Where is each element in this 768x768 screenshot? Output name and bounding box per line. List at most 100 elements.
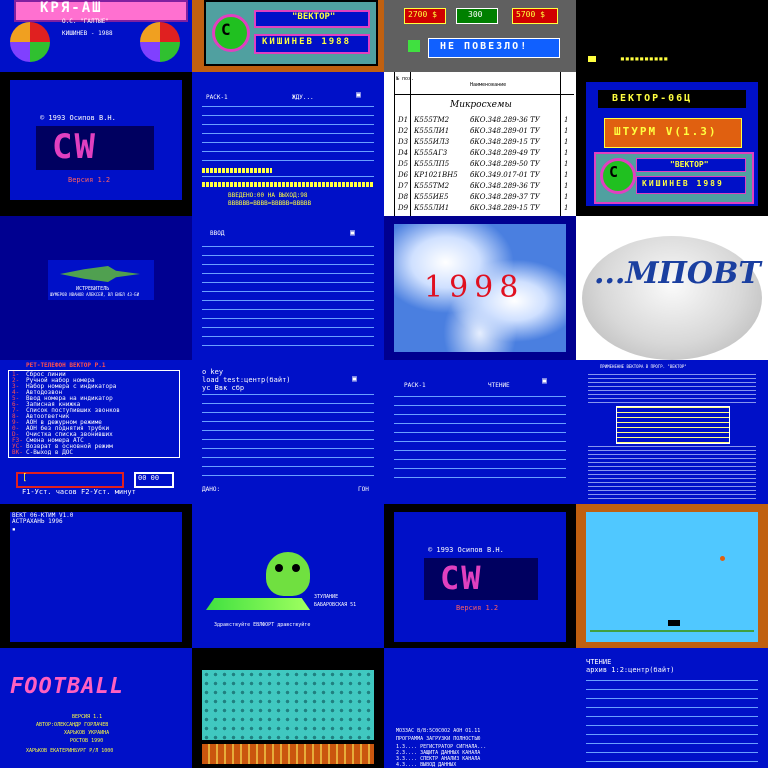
football-l3: ХАРЬКОВ УКРАИНА xyxy=(64,730,110,736)
tile-game-score: 2700 $ 300 5700 $ НЕ ПОВЕЗЛО! xyxy=(384,0,576,72)
doc-title: ПРИМЕНЕНИЕ ВЕКТОРА В ПРОГР. "ВЕКТОР" xyxy=(600,364,687,369)
football-logo: FOOTBALL xyxy=(10,674,124,699)
read-header-left: РАСК-1 xyxy=(404,382,426,389)
spec-row-spec: бКО.348.289-36 ТУ xyxy=(470,182,540,190)
football-l2: АВТОР:ОЛЕКСАНДР ГОРЛАЧЕВ xyxy=(36,722,109,728)
spec-row-spec: бКО.348.289-15 ТУ xyxy=(470,138,540,146)
target-dot xyxy=(720,556,725,561)
spec-row-number: D4 xyxy=(398,149,409,157)
cw-logo: CW xyxy=(52,127,97,167)
spec-row-code: К555ИЛ3 xyxy=(414,138,450,146)
cw2-version: Версия 1.2 xyxy=(456,604,499,612)
kt-line-3: ▪ xyxy=(12,526,16,533)
football-l4: РОСТОВ 1990 xyxy=(70,738,104,744)
football-l5: ХАРЬКОВ ЕКАТЕРИНБУРГ Р/Л 1000 xyxy=(26,748,114,754)
vvod-header-left: ВВОД xyxy=(210,230,225,237)
alien-right-1: ЗТУЛАНИЕ xyxy=(314,594,339,600)
c-letter: C xyxy=(221,20,233,39)
spec-row-qty: 1 xyxy=(564,182,569,190)
read-header-right: ▣ xyxy=(542,376,547,385)
wheel-icon-right xyxy=(140,22,180,62)
rask-header-mid: ЖДУ... xyxy=(292,94,314,101)
tile-vector-badge: C "ВЕКТОР" КИШИНЕВ 1988 xyxy=(192,0,384,72)
shturm-badge-small: "ВЕКТОР" xyxy=(670,160,709,169)
mozzas-l2: ПРОГРАММА ЗАГРУЗКИ ПОЛНОСТЬЮ xyxy=(396,736,481,742)
tile-shturm: ВЕКТОР-06Ц ШТУРМ V(1.3) C "ВЕКТОР" КИШИН… xyxy=(576,72,768,216)
mozzas-m4: 4.3.... ВЫВОД ДАННЫХ xyxy=(396,762,457,768)
load-footer-left: ДАНО: xyxy=(202,486,221,493)
logo-disc xyxy=(582,236,762,360)
tile-archive-read: ЧТЕНИЕ архив 1:2:центр(байт) xyxy=(576,648,768,768)
header-rule xyxy=(394,94,574,95)
spec-row-number: D8 xyxy=(398,193,409,201)
mpovt-logo: ...МПОВТ xyxy=(594,256,761,291)
shturm-title: ВЕКТОР-06Ц xyxy=(612,93,693,104)
credits-line-2: КИШИНЕВ - 1988 xyxy=(62,30,113,37)
spec-row-qty: 1 xyxy=(564,116,569,124)
alien-eye-right xyxy=(292,564,300,572)
spec-row-number: D9 xyxy=(398,204,409,212)
tile-fighter: ИСТРЕБИТЕЛЬ ШУМЕРОВ ИВАНОВ АЛЕКСЕЙ, ВЛ Б… xyxy=(0,216,192,360)
spec-row-number: D1 xyxy=(398,116,409,124)
rask-footer-2: ВВВВВВ=ВВВВ=ВВВВВ=ВВВВВ xyxy=(228,200,312,207)
ruled-lines-2 xyxy=(202,176,374,180)
spec-row-spec: бКО.348.289-36 ТУ xyxy=(470,116,540,124)
spec-row-number: D7 xyxy=(398,182,409,190)
spec-row-qty: 1 xyxy=(564,204,569,212)
phone-input[interactable] xyxy=(16,472,124,488)
load-line-3: ус Ввк сбр xyxy=(202,384,245,392)
spec-row-code: К555ТМ2 xyxy=(414,182,450,190)
kt-line-2: АСТРАХАНЬ 1996 xyxy=(12,518,63,525)
spec-row-qty: 1 xyxy=(564,127,569,135)
credits-line-1: О.С. "ГАЛТЫЕ" xyxy=(62,18,109,25)
tile-year-1998: 1998 xyxy=(384,216,576,360)
tile-aon-menu: РЕТ-ТЕЛЕФОН ВЕКТОР Р.1 1- Сброс линии 2- Ру… xyxy=(0,360,192,504)
tile-load-test: o key load test:центр(байт) ус Ввк сбр ▣… xyxy=(192,360,384,504)
col-name-header: Наименование xyxy=(470,82,507,88)
spec-row-code: К555ЛИ1 xyxy=(414,127,450,135)
tile-vvod-screen: ВВОД ▣ xyxy=(192,216,384,360)
spec-row-code: К555АГ3 xyxy=(414,149,448,157)
alien-bottom: Здравствуйте ЕВЛФОРТ дравствуйте xyxy=(214,622,311,628)
spec-row-spec: бКО.348.289-37 ТУ xyxy=(470,193,540,201)
menu-item[interactable]: С-Выход в ДОС xyxy=(26,450,73,456)
cyan-grid xyxy=(202,670,374,740)
archive-line-1: ЧТЕНИЕ xyxy=(586,658,612,666)
tile-rask-waiting: РАСК-1 ЖДУ... ▣ ВВЕДЕНО:00 НА ВЫХОД:98 В… xyxy=(192,72,384,216)
doc-box xyxy=(616,406,730,444)
spec-row-code: К555ИЕ5 xyxy=(414,193,449,201)
doc-text-block-2 xyxy=(588,446,756,500)
tile-artillery-game xyxy=(576,504,768,648)
kt-screen xyxy=(10,512,182,642)
dot-row: ▪▪▪▪▪▪▪▪▪▪ xyxy=(620,54,669,63)
tile-mpovt-logo: ...МПОВТ xyxy=(576,216,768,360)
spec-row-qty: 1 xyxy=(564,193,569,201)
tile-alien-title: ЗТУЛАНИЕ БАБАРОВСКАЯ 51 Здравствуйте ЕВЛ… xyxy=(192,504,384,648)
ruled-lines xyxy=(202,106,374,164)
load-header-right: ▣ xyxy=(352,374,357,383)
wheel-icon-left xyxy=(10,22,50,62)
score-1: 2700 $ xyxy=(408,10,437,19)
tile-cw-1: © 1993 Осипов В.Н. CW Версия 1.2 xyxy=(0,72,192,216)
app-logo: КРЯ-АШ xyxy=(40,0,103,16)
shturm-mid: ШТУРМ V(1.3) xyxy=(614,125,718,138)
spec-row-spec: бКО.348.289-49 ТУ xyxy=(470,149,540,157)
load-line-1: o key xyxy=(202,368,224,376)
spec-row-code: К555ЛП5 xyxy=(414,160,450,168)
spec-row-number: D5 xyxy=(398,160,409,168)
ruled-lines-3 xyxy=(202,394,374,484)
tile-puzzle-grid xyxy=(192,648,384,768)
screenshot-collage: КРЯ-АШ О.С. "ГАЛТЫЕ" КИШИНЕВ - 1988 C "В… xyxy=(0,0,768,768)
phone-input-text: [ xyxy=(22,473,28,483)
load-line-2: load test:центр(байт) xyxy=(202,376,291,384)
vvod-header-right: ▣ xyxy=(350,228,355,237)
score-2: 300 xyxy=(468,10,483,19)
rask-header-left: РАСК-1 xyxy=(206,94,228,101)
tank-icon xyxy=(668,620,680,626)
spec-row-number: D2 xyxy=(398,127,409,135)
alien-eye-left xyxy=(275,564,283,572)
spec-row-qty: 1 xyxy=(564,160,569,168)
spec-row-code: К555ТМ2 xyxy=(414,116,450,124)
ruled-lines-5 xyxy=(586,680,758,766)
c-letter-2: C xyxy=(609,163,621,181)
